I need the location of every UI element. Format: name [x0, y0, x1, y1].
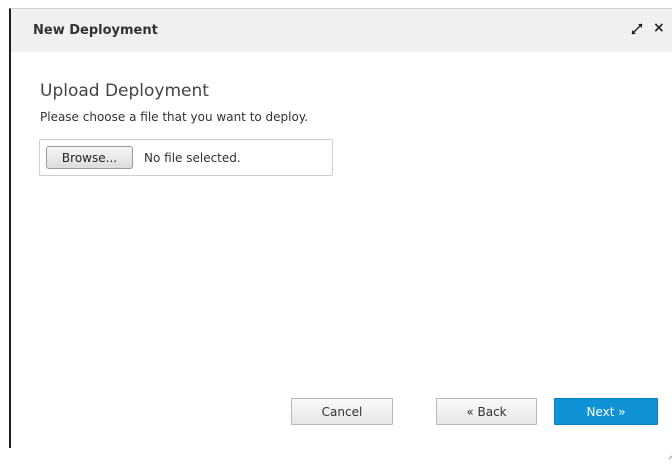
maximize-icon[interactable]: [629, 21, 645, 37]
file-status-text: No file selected.: [144, 151, 241, 165]
dialog-title: New Deployment: [33, 23, 158, 38]
resize-handle-icon[interactable]: [667, 445, 672, 460]
upload-heading: Upload Deployment: [40, 81, 209, 101]
back-button[interactable]: « Back: [436, 398, 537, 425]
cancel-button[interactable]: Cancel: [291, 398, 393, 425]
next-button[interactable]: Next »: [554, 398, 658, 425]
new-deployment-dialog: New Deployment × Upload Deployment Pleas…: [9, 8, 672, 460]
browse-button[interactable]: Browse...: [46, 146, 133, 169]
close-icon[interactable]: ×: [653, 20, 669, 36]
file-input[interactable]: Browse... No file selected.: [39, 139, 333, 176]
dialog-titlebar: New Deployment ×: [11, 9, 672, 52]
upload-instruction: Please choose a file that you want to de…: [40, 110, 309, 124]
